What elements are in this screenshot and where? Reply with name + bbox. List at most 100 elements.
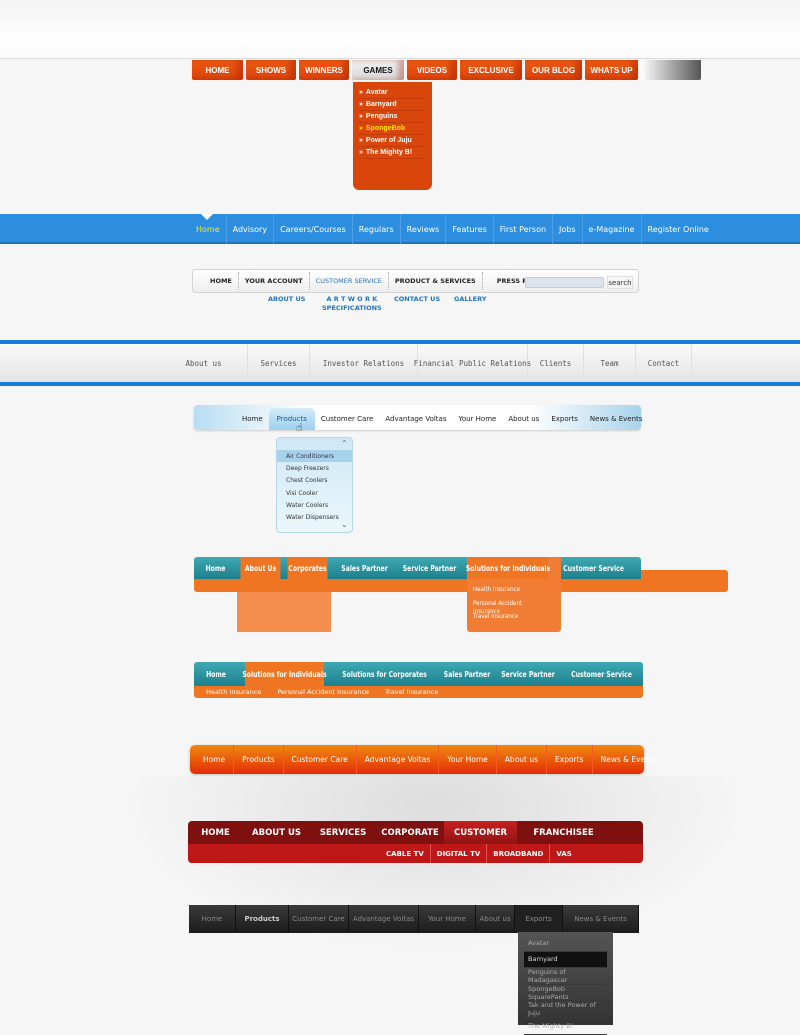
nav-item-e-magazine[interactable]: e-Magazine <box>583 214 642 244</box>
search-input[interactable] <box>525 277 604 288</box>
nav-item-home[interactable]: HOME <box>192 60 243 80</box>
nav-item-customer-care[interactable]: Customer Care <box>284 745 357 774</box>
dropdown-item-tak-and-the-power-of-juju[interactable]: Tak and the Power of Juju <box>524 1001 607 1018</box>
dropdown-item-the-mighty-b[interactable]: » The Mighty B! <box>359 147 426 159</box>
nav-item-investor-relations[interactable]: Investor Relations <box>310 344 418 382</box>
dropdown-item-health-insurance[interactable]: Health Insurance <box>473 585 548 599</box>
dropdown-item-air-conditioners[interactable]: Air Conditioners <box>277 450 352 463</box>
dropdown-item-spongebob[interactable]: » SpongeBob <box>359 123 426 135</box>
dropdown-item-visi-cooler[interactable]: Visi Cooler <box>277 487 352 499</box>
nav-item-customer[interactable]: CUSTOMER <box>444 821 517 844</box>
dropdown-item-barnyard[interactable]: Barnyard <box>524 951 607 969</box>
nav-item-jobs[interactable]: Jobs <box>553 214 583 244</box>
nav-item-exports[interactable]: Exports <box>515 905 563 933</box>
nav-item-exports[interactable]: Exports <box>545 408 584 430</box>
sub-link-about-us[interactable]: ABOUT US <box>268 295 305 304</box>
dropdown-item-avatar[interactable]: » Avatar <box>359 87 426 99</box>
nav-item-corporate[interactable]: CORPORATE <box>376 821 444 844</box>
nav-item-sales-partner[interactable]: Sales Partner <box>336 557 393 579</box>
nav-item-about-us[interactable]: About us <box>502 408 545 430</box>
subnav-item-personal-accident-insurance[interactable]: Personal Accident Insurance <box>277 686 385 698</box>
nav-item-customer-service[interactable]: CUSTOMER SERVICE <box>310 272 389 290</box>
nav-item-customer-care[interactable]: Customer Care <box>289 905 349 933</box>
nav-item-products[interactable]: Products <box>268 408 315 430</box>
nav-item-financial-public-relations[interactable]: Financial Public Relations <box>414 344 531 382</box>
nav-item-products[interactable]: Products <box>234 745 284 774</box>
nav-item-regulars[interactable]: Regulars <box>353 214 401 244</box>
nav-item-games[interactable]: GAMES <box>352 60 404 80</box>
nav-item-corporates[interactable]: Corporates <box>287 557 328 579</box>
nav-item-winners[interactable]: WINNERS <box>299 60 349 80</box>
nav-item-about-us[interactable]: About Us <box>240 557 281 579</box>
nav-item-your-account[interactable]: YOUR ACCOUNT <box>239 272 310 290</box>
nav-item-news-events[interactable]: News & Events <box>593 745 665 774</box>
nav-item-advantage-voltas[interactable]: Advantage Voltas <box>379 408 452 430</box>
nav-item-products[interactable]: Products <box>236 905 289 933</box>
nav-item-whats-up[interactable]: WHATS UP <box>585 60 638 80</box>
nav-item-features[interactable]: Features <box>446 214 494 244</box>
nav-item-your-home[interactable]: Your Home <box>452 408 502 430</box>
dropdown-item-spongebob-squarepants[interactable]: SpongeBob SquarePants <box>524 985 607 1002</box>
nav-item-solutions-for-individuals[interactable]: Solutions for Individuals <box>466 557 550 579</box>
subnav-item-travel-insurance[interactable]: Travel Insurance <box>385 686 454 698</box>
nav-item-home[interactable]: Home <box>195 745 235 774</box>
nav-item-blank[interactable] <box>641 60 701 80</box>
nav-item-customer-service[interactable]: Customer Service <box>561 557 626 579</box>
nav-item-home[interactable]: Home <box>197 557 234 579</box>
nav-item-sales-partner[interactable]: Sales Partner <box>442 662 491 686</box>
nav-item-advisory[interactable]: Advisory <box>227 214 275 244</box>
nav-item-about-us[interactable]: About us <box>160 344 248 382</box>
nav-item-services[interactable]: Services <box>248 344 310 382</box>
nav-item-register-online[interactable]: Register Online <box>642 214 715 244</box>
subnav-item-digital-tv[interactable]: DIGITAL TV <box>431 844 488 863</box>
nav-item-customer-care[interactable]: Customer Care <box>315 408 379 430</box>
nav-item-product-services[interactable]: PRODUCT & SERVICES <box>389 272 483 290</box>
dropdown-item-avatar[interactable]: Avatar <box>524 935 607 952</box>
nav-item-your-home[interactable]: Your Home <box>419 905 476 933</box>
nav-item-news-events[interactable]: News & Events <box>584 408 649 430</box>
nav-item-home[interactable]: Home <box>236 408 269 430</box>
nav-item-services[interactable]: SERVICES <box>310 821 376 844</box>
nav-item-solutions-for-individuals[interactable]: Solutions for Individuals <box>242 662 327 686</box>
dropdown-item-water-coolers[interactable]: Water Coolers <box>277 499 352 511</box>
dropdown-item-chest-coolers[interactable]: Chest Coolers <box>277 475 352 487</box>
nav-item-exports[interactable]: Exports <box>547 745 593 774</box>
subnav-item-cable-tv[interactable]: CABLE TV <box>380 844 431 863</box>
nav-item-news-events[interactable]: News & Events <box>563 905 639 933</box>
nav-item-home[interactable]: Home <box>189 905 236 933</box>
nav-item-home[interactable]: HOME <box>204 272 239 290</box>
dropdown-item-power-of-juju[interactable]: » Power of Juju <box>359 135 426 147</box>
nav-item-contact[interactable]: Contact <box>636 344 692 382</box>
subnav-item-health-insurance[interactable]: Health Insurance <box>206 686 277 698</box>
nav-item-service-partner[interactable]: Service Partner <box>403 557 457 579</box>
dropdown-item-personal-accident-insurance[interactable]: Personal Accident Insurance <box>473 599 548 615</box>
search-button[interactable]: search <box>607 276 633 289</box>
nav-item-reviews[interactable]: Reviews <box>401 214 447 244</box>
subnav-item-broadband[interactable]: BROADBAND <box>487 844 551 863</box>
scroll-up-icon[interactable]: ⌃ <box>341 439 348 448</box>
sub-link-contact-us[interactable]: CONTACT US <box>394 295 440 304</box>
nav-item-careers-courses[interactable]: Careers/Courses <box>274 214 353 244</box>
dropdown-item-penguins-of-madagascar[interactable]: Penguins of Madagascar <box>524 968 607 985</box>
sub-link-gallery[interactable]: GALLERY <box>454 295 486 304</box>
nav-item-advantage-voltas[interactable]: Advantage Voltas <box>349 905 419 933</box>
nav-item-about-us[interactable]: About us <box>476 905 515 933</box>
nav-item-team[interactable]: Team <box>584 344 636 382</box>
nav-item-about-us[interactable]: ABOUT US <box>243 821 310 844</box>
sub-link-artwork-specifications[interactable]: A R T W O R K SPECIFICATIONS <box>322 295 382 313</box>
nav-item-our-blog[interactable]: OUR BLOG <box>525 60 582 80</box>
nav-item-videos[interactable]: VIDEOS <box>407 60 457 80</box>
nav-item-shows[interactable]: SHOWS <box>246 60 296 80</box>
dropdown-item-the-mighty-b[interactable]: The Mighty B! <box>524 1018 607 1035</box>
dropdown-item-penguins[interactable]: » Penguins <box>359 111 426 123</box>
nav-item-solutions-for-corporates[interactable]: Solutions for Corporates <box>339 662 430 686</box>
nav-item-clients[interactable]: Clients <box>528 344 584 382</box>
nav-item-service-partner[interactable]: Service Partner <box>501 662 555 686</box>
nav-item-home[interactable]: Home <box>197 662 234 686</box>
nav-item-home[interactable]: Home <box>190 214 227 244</box>
dropdown-item-deep-freezers[interactable]: Deep Freezers <box>277 462 352 474</box>
nav-item-customer-service[interactable]: Customer Service <box>566 662 637 686</box>
dropdown-item-travel-insurance[interactable]: Travel Insurance <box>473 612 548 626</box>
scroll-down-icon[interactable]: ⌄ <box>341 520 348 529</box>
nav-item-exclusive[interactable]: EXCLUSIVE <box>460 60 522 80</box>
